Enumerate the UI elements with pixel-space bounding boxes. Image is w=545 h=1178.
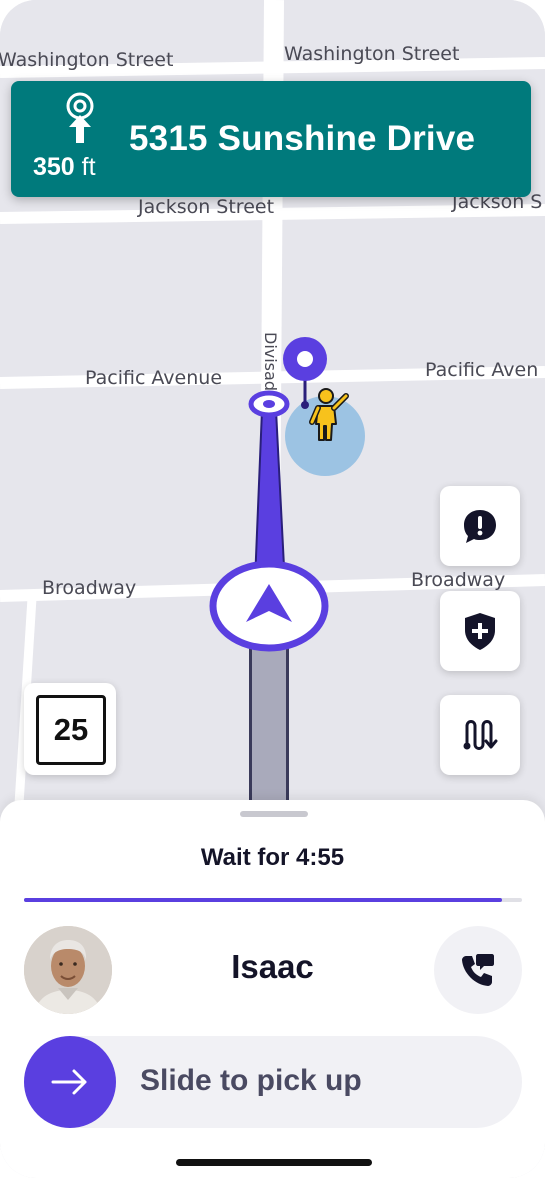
- distance-value: 350: [33, 153, 75, 181]
- pickup-bottom-sheet[interactable]: Wait for 4:55 Isaac Slide to pick up: [0, 800, 545, 1178]
- home-indicator[interactable]: [176, 1159, 372, 1166]
- street-label-broadway-right: Broadway: [411, 569, 506, 591]
- wait-progress-fill: [24, 898, 503, 902]
- street-label-pacific-right: Pacific Aven: [425, 359, 539, 381]
- wait-progress-bar: [24, 898, 522, 902]
- shield-plus-icon: [465, 613, 495, 650]
- report-issue-button[interactable]: [440, 486, 520, 566]
- slider-knob[interactable]: [24, 1036, 116, 1128]
- street-label-jackson-left: Jackson Street: [138, 196, 275, 218]
- arrow-right-icon: [51, 1069, 87, 1095]
- route-options-button[interactable]: [440, 695, 520, 775]
- street-label-washington-right: Washington Street: [284, 43, 460, 65]
- distance-to-turn: 350 ft: [33, 153, 96, 182]
- turn-instruction-banner[interactable]: 350 ft 5315 Sunshine Drive: [11, 81, 531, 197]
- distance-unit: ft: [81, 153, 96, 181]
- vehicle-location-icon: [209, 560, 329, 652]
- safety-toolkit-button[interactable]: [440, 591, 520, 671]
- street-label-pacific-left: Pacific Avenue: [85, 367, 223, 389]
- street-label-divisadero: Divisad: [261, 332, 280, 391]
- street-label-broadway-left: Broadway: [42, 577, 137, 599]
- alert-bubble-icon: [464, 510, 496, 543]
- sheet-grabber-handle[interactable]: [240, 811, 308, 817]
- speed-limit-value: 25: [36, 695, 106, 765]
- route-options-icon: [463, 720, 498, 750]
- arrive-destination-icon: [66, 92, 94, 143]
- speed-limit-sign: 25: [24, 683, 116, 775]
- destination-street: 5315 Sunshine Drive: [129, 119, 476, 158]
- street-label-washington-left: Washington Street: [0, 49, 174, 71]
- wait-timer-text: Wait for 4:55: [200, 844, 345, 871]
- call-rider-button[interactable]: [434, 926, 522, 1014]
- phone-screen: Washington Street Washington Street Jack…: [0, 0, 545, 1178]
- phone-call-icon: [462, 954, 494, 986]
- slider-label: Slide to pick up: [140, 1064, 362, 1097]
- slide-to-pickup-slider[interactable]: Slide to pick up: [24, 1036, 522, 1128]
